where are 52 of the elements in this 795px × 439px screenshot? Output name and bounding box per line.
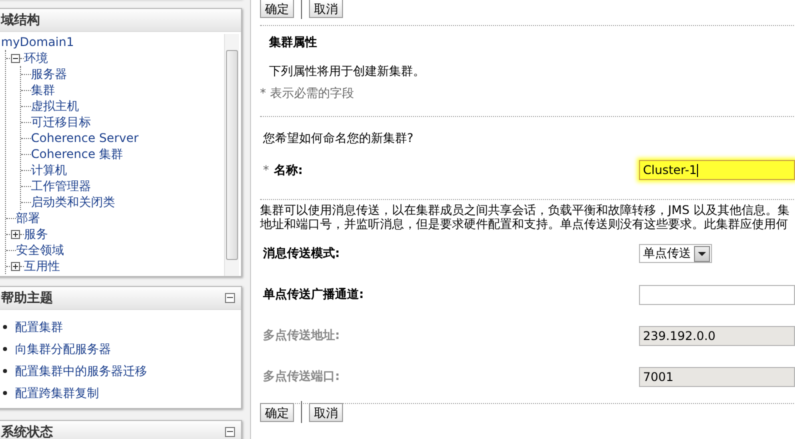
ok-button[interactable]: 确定 <box>260 402 294 422</box>
description-text: 地址和端口号，并监听消息，但是要求硬件配置和支持。单点传送则没有这些要求。此集群应使用何 <box>260 217 789 231</box>
section-title: 集群属性 <box>269 34 318 51</box>
input-field[interactable] <box>639 284 795 304</box>
help-link[interactable]: 向集群分配服务器 <box>15 340 111 358</box>
help-link[interactable]: 配置跨集群复制 <box>15 384 99 402</box>
field-label: 多点传送地址: <box>263 328 340 342</box>
tree-item[interactable]: 服务器 <box>31 66 67 82</box>
question-text: 您希望如何命名您的新集群? <box>263 130 414 147</box>
tree-item[interactable]: 启动类和关闭类 <box>31 194 115 210</box>
select-field[interactable]: 单点传送 <box>639 244 712 263</box>
collapse-icon[interactable] <box>11 54 20 62</box>
bullet-icon <box>3 347 7 351</box>
ok-button[interactable]: 确定 <box>260 0 294 18</box>
panel-title: 域结构 <box>1 12 40 29</box>
field-label: 单点传送广播通道: <box>263 287 364 301</box>
dropdown-caret-icon[interactable] <box>694 246 710 262</box>
tree-item[interactable]: 工作管理器 <box>31 178 91 194</box>
panel-title: 帮助主题 <box>1 290 53 307</box>
tree-item[interactable]: 服务 <box>24 226 48 242</box>
tree-item[interactable]: 互用性 <box>24 258 60 274</box>
field-label: 名称: <box>274 162 303 176</box>
tree-item[interactable]: 计算机 <box>31 162 67 178</box>
cancel-button[interactable]: 取消 <box>309 402 343 422</box>
tree-item[interactable]: 环境 <box>24 50 48 66</box>
required-mark: * <box>263 162 269 176</box>
scrollbar[interactable] <box>224 34 239 276</box>
panel-title: 系统状态 <box>1 424 53 439</box>
bullet-icon <box>3 391 7 395</box>
tree-item[interactable]: 部署 <box>16 210 40 226</box>
expand-icon[interactable] <box>11 230 20 238</box>
tree-item[interactable]: 集群 <box>31 82 55 98</box>
bullet-icon <box>3 325 7 329</box>
tree-item[interactable]: Coherence 集群 <box>31 146 124 162</box>
field-label: 多点传送端口: <box>263 369 340 383</box>
tree-item[interactable]: 可迁移目标 <box>31 114 91 130</box>
required-note: * 表示必需的字段 <box>260 85 355 102</box>
cancel-button[interactable]: 取消 <box>309 0 343 18</box>
tree-item[interactable]: Coherence Server <box>31 131 139 145</box>
description-text: 集群可以使用消息传送，以在集群成员之间共享会话，负载平衡和故障转移，JMS 以及其他信息。集 <box>260 203 790 217</box>
input-field[interactable]: Cluster-1 <box>639 160 795 180</box>
field-label: 消息传送模式: <box>263 246 340 260</box>
expand-icon[interactable] <box>11 262 20 270</box>
help-link[interactable]: 配置集群 <box>15 318 63 336</box>
tree-item[interactable]: myDomain1 <box>1 35 74 49</box>
collapse-icon[interactable] <box>225 293 235 303</box>
help-link[interactable]: 配置集群中的服务器迁移 <box>15 362 147 380</box>
tree-item[interactable]: 虚拟主机 <box>31 98 79 114</box>
tree-item[interactable]: 安全领域 <box>16 242 64 258</box>
bullet-icon <box>3 369 7 373</box>
intro-text: 下列属性将用于创建新集群。 <box>269 63 426 80</box>
collapse-icon[interactable] <box>225 427 235 437</box>
